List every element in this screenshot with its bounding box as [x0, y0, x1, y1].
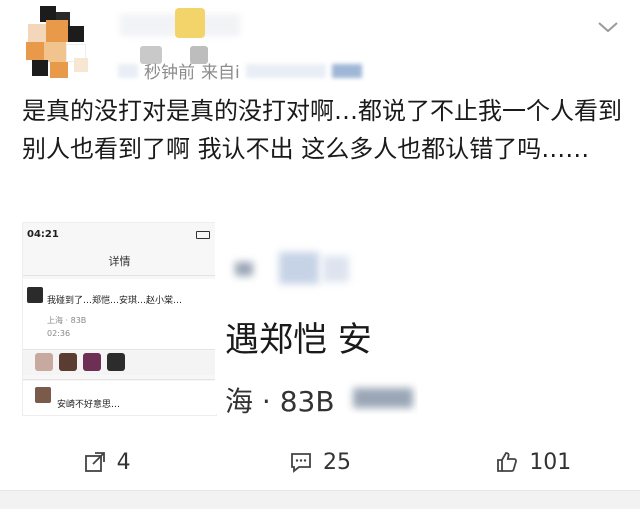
avatar: [27, 287, 43, 303]
comment-row: 我碰到了…郑恺…安琪…赵小棠… 上海 · 83B 02:36: [23, 279, 216, 349]
reply-text: 安崎不好意思…: [57, 400, 121, 410]
share-count: 4: [116, 449, 131, 475]
post-time: 秒钟前: [144, 63, 195, 83]
post-body: 是真的没打对是真的没打对啊…都说了不止我一个人看到 别人也看到了啊 我认不出 这…: [22, 97, 622, 163]
blur-mask: [235, 262, 253, 276]
like-count: 101: [529, 449, 572, 475]
post-image-right[interactable]: 遇郑恺 安 海 · 83B: [215, 222, 418, 414]
divider: [23, 379, 216, 380]
avatar: [107, 353, 125, 371]
avatar: [35, 387, 51, 403]
like-button[interactable]: 101: [427, 450, 640, 475]
comment-location: 上海 · 83B: [47, 316, 87, 325]
post-source: 来自i: [201, 63, 240, 83]
puzzle-piece-icon: [175, 8, 205, 38]
divider: [23, 349, 216, 350]
avatar: [35, 353, 53, 371]
bottom-divider-bar: [0, 490, 640, 509]
avatar: [59, 353, 77, 371]
share-button[interactable]: 4: [0, 450, 213, 475]
comment-button[interactable]: 25: [213, 450, 426, 475]
blur-mask: [353, 388, 413, 408]
meta-blur: [331, 63, 362, 78]
post-image-left[interactable]: 04:21 详情 我碰到了…郑恺…安琪…赵小棠… 上海 · 83B 02:36 …: [22, 222, 217, 416]
zoomed-location-text: 海 · 83B: [225, 385, 335, 414]
thumbs-up-icon: [497, 452, 518, 472]
blur-mask: [323, 256, 349, 282]
comment-count: 25: [322, 449, 351, 475]
action-bar: 4 25 101: [0, 442, 640, 482]
like-avatars-row: [23, 351, 216, 375]
meta-blur: [118, 63, 138, 78]
post-meta: 秒钟前 来自i: [118, 58, 362, 83]
comment-icon: [291, 453, 311, 473]
battery-icon: [196, 231, 210, 239]
blur-mask: [279, 252, 319, 284]
share-icon: [84, 452, 105, 472]
divider: [23, 275, 216, 276]
comment-time: 02:36: [47, 329, 71, 338]
zoomed-comment-text: 遇郑恺 安: [225, 320, 372, 360]
reply-row: 安崎不好意思…: [23, 381, 216, 415]
detail-title: 详情: [108, 255, 131, 268]
avatar: [83, 353, 101, 371]
chevron-down-icon[interactable]: [596, 18, 620, 36]
meta-blur: [245, 63, 326, 78]
status-time: 04:21: [27, 229, 59, 240]
avatar[interactable]: [22, 6, 102, 84]
comment-text: 我碰到了…郑恺…安琪…赵小棠…: [47, 296, 183, 306]
